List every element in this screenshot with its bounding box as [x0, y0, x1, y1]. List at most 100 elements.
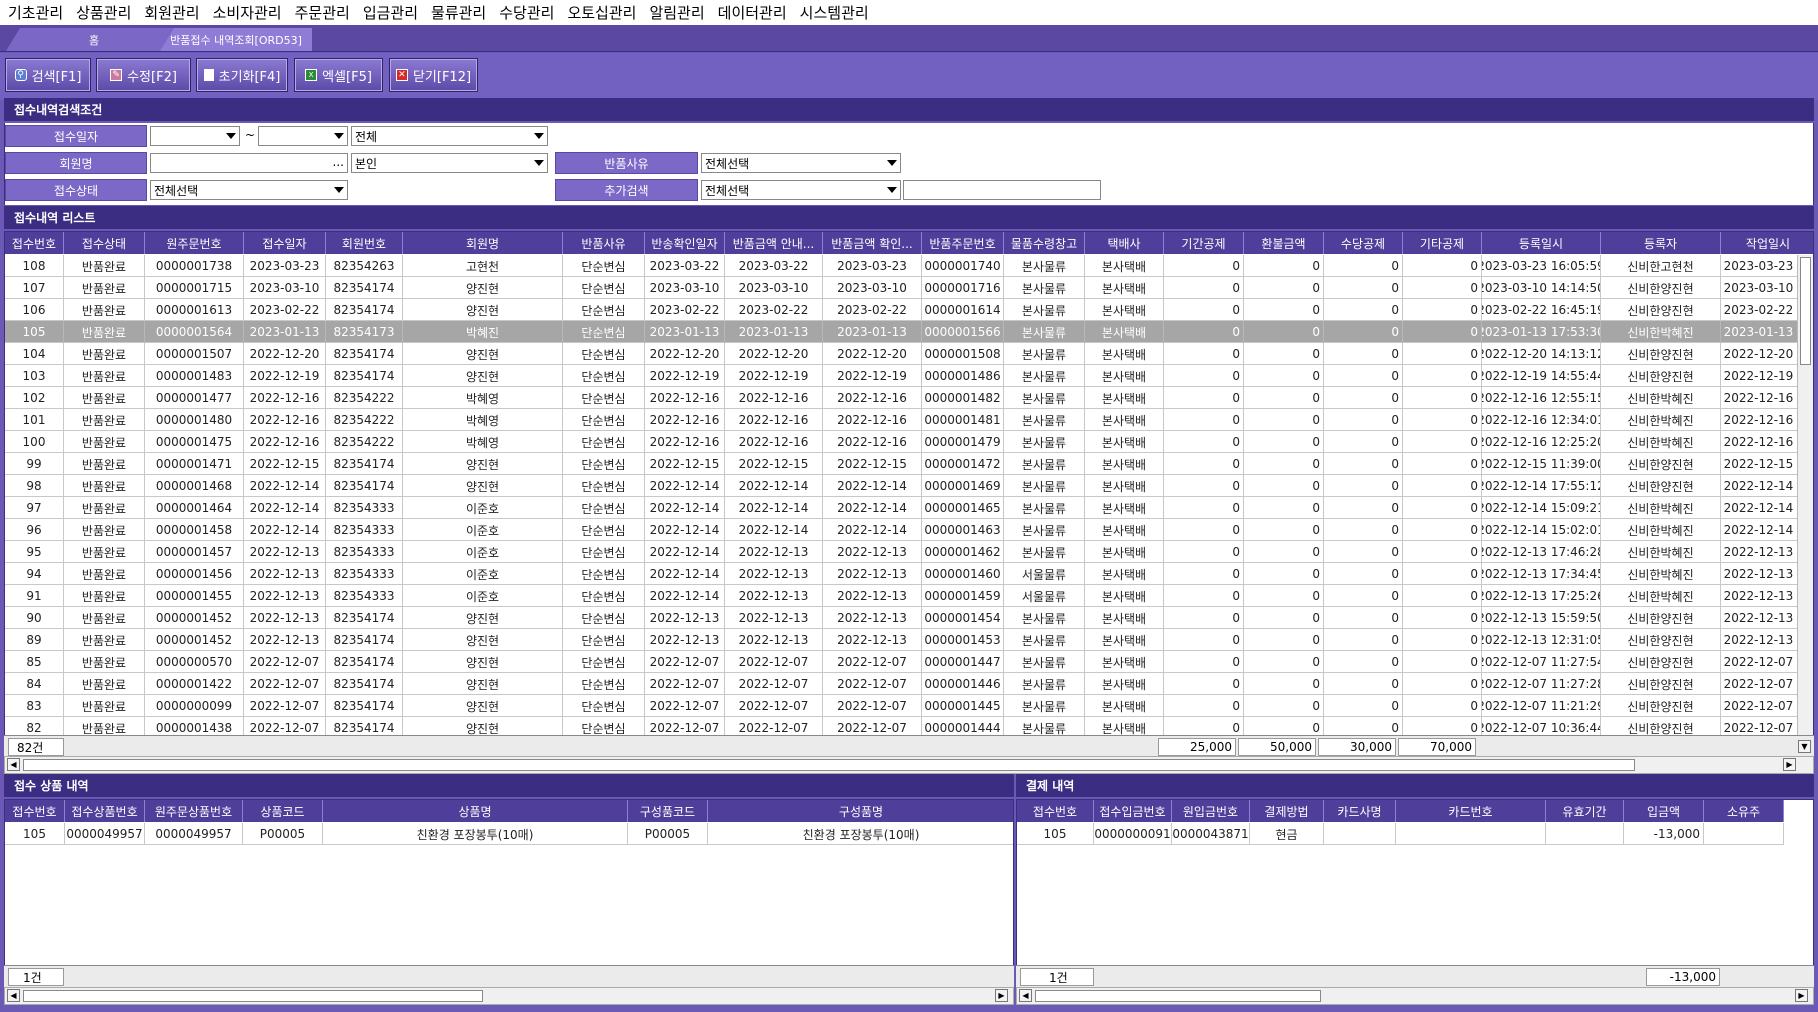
column-header[interactable]: 등록일시: [1482, 232, 1601, 254]
scroll-left-arrow-icon[interactable]: ◀: [7, 989, 20, 1002]
menu-item[interactable]: 시스템관리: [796, 2, 878, 23]
date-type-select[interactable]: 전체: [351, 126, 548, 146]
table-row[interactable]: 90 반품완료 0000001452 2022-12-13 82354174 양진현 단순변…: [5, 607, 1813, 629]
table-row[interactable]: 100 반품완료 0000001475 2022-12-16 82354222 박혜영 단순…: [5, 431, 1813, 453]
column-header[interactable]: 접수상품번호: [65, 800, 145, 822]
list-horizontal-scrollbar[interactable]: ◀ ▶: [4, 756, 1814, 774]
menu-item[interactable]: 소비자관리: [209, 2, 291, 23]
menu-item[interactable]: 수당관리: [495, 2, 563, 23]
status-select[interactable]: 전체선택: [150, 180, 348, 200]
scroll-left-arrow-icon[interactable]: ◀: [7, 758, 20, 771]
list-vertical-scrollbar[interactable]: [1797, 255, 1813, 735]
table-row[interactable]: 91 반품완료 0000001455 2022-12-13 82354333 이준호 단순변…: [5, 585, 1813, 607]
table-row[interactable]: 103 반품완료 0000001483 2022-12-19 82354174 양진현 단순…: [5, 365, 1813, 387]
date-to-select[interactable]: [258, 126, 348, 146]
table-row[interactable]: 84 반품완료 0000001422 2022-12-07 82354174 양진현 단순변…: [5, 673, 1813, 695]
column-header[interactable]: 반품금액 확인...: [823, 232, 922, 254]
scroll-right-arrow-icon[interactable]: ▶: [995, 989, 1008, 1002]
menu-item[interactable]: 오토십관리: [563, 2, 645, 23]
column-header[interactable]: 결제방법: [1250, 800, 1324, 822]
member-search-dots[interactable]: ...: [333, 155, 344, 169]
edit-button[interactable]: ✎ 수정[F2]: [96, 58, 191, 92]
column-header[interactable]: 회원번호: [326, 232, 403, 254]
menu-item[interactable]: 알림관리: [645, 2, 713, 23]
table-row[interactable]: 99 반품완료 0000001471 2022-12-15 82354174 양진현 단순변…: [5, 453, 1813, 475]
column-header[interactable]: 소유주: [1704, 800, 1784, 822]
column-header[interactable]: 반품사유: [563, 232, 645, 254]
member-name-input[interactable]: ...: [150, 153, 348, 173]
table-row[interactable]: 108 반품완료 0000001738 2023-03-23 82354263 고현천 단순…: [5, 255, 1813, 277]
column-header[interactable]: 접수번호: [5, 800, 65, 822]
tab-home[interactable]: 홈: [6, 28, 182, 51]
column-header[interactable]: 접수번호: [5, 232, 64, 254]
payment-horizontal-scrollbar[interactable]: ◀ ▶: [1016, 987, 1814, 1005]
column-header[interactable]: 기타공제: [1403, 232, 1482, 254]
table-row[interactable]: 104 반품완료 0000001507 2022-12-20 82354174 양진현 단순…: [5, 343, 1813, 365]
menu-item[interactable]: 상품관리: [72, 2, 140, 23]
column-header[interactable]: 환불금액: [1244, 232, 1324, 254]
menu-item[interactable]: 기초관리: [4, 2, 72, 23]
menu-item[interactable]: 입금관리: [359, 2, 427, 23]
column-header[interactable]: 작업일시: [1721, 232, 1813, 254]
column-header[interactable]: 택배사: [1085, 232, 1164, 254]
scroll-left-arrow-icon[interactable]: ◀: [1019, 989, 1032, 1002]
column-header[interactable]: 구성품코드: [628, 800, 708, 822]
column-header[interactable]: 회원명: [403, 232, 563, 254]
table-row[interactable]: 97 반품완료 0000001464 2022-12-14 82354333 이준호 단순변…: [5, 497, 1813, 519]
table-row[interactable]: 102 반품완료 0000001477 2022-12-16 82354222 박혜영 단순…: [5, 387, 1813, 409]
column-header[interactable]: 반송확인일자: [645, 232, 725, 254]
column-header[interactable]: 등록자: [1601, 232, 1721, 254]
column-header[interactable]: 기간공제: [1164, 232, 1244, 254]
product-horizontal-scrollbar[interactable]: ◀ ▶: [4, 987, 1014, 1005]
column-header[interactable]: 입금액: [1624, 800, 1704, 822]
date-from-select[interactable]: [150, 126, 240, 146]
table-row[interactable]: 107 반품완료 0000001715 2023-03-10 82354174 양진현 단순…: [5, 277, 1813, 299]
scroll-right-arrow-icon[interactable]: ▶: [1795, 989, 1808, 1002]
list-hscroll-thumb[interactable]: [23, 759, 1635, 771]
column-header[interactable]: 반품금액 안내...: [725, 232, 823, 254]
table-row[interactable]: 105 0000000091 0000043871 현금 -13,000: [1017, 823, 1784, 845]
reset-button[interactable]: 초기화[F4]: [196, 58, 288, 92]
column-header[interactable]: 카드번호: [1396, 800, 1546, 822]
column-header[interactable]: 물품수령창고: [1004, 232, 1085, 254]
payment-hscroll-thumb[interactable]: [1035, 990, 1321, 1002]
excel-button[interactable]: X 엑셀[F5]: [294, 58, 383, 92]
reason-select[interactable]: 전체선택: [701, 153, 901, 173]
member-scope-select[interactable]: 본인: [351, 153, 548, 173]
table-row[interactable]: 98 반품완료 0000001468 2022-12-14 82354174 양진현 단순변…: [5, 475, 1813, 497]
table-row[interactable]: 85 반품완료 0000000570 2022-12-07 82354174 양진현 단순변…: [5, 651, 1813, 673]
table-row[interactable]: 106 반품완료 0000001613 2023-02-22 82354174 양진현 단순…: [5, 299, 1813, 321]
table-row[interactable]: 96 반품완료 0000001458 2022-12-14 82354333 이준호 단순변…: [5, 519, 1813, 541]
extra-search-select[interactable]: 전체선택: [701, 180, 901, 200]
table-row[interactable]: 83 반품완료 0000000099 2022-12-07 82354174 양진현 단순변…: [5, 695, 1813, 717]
column-header[interactable]: 상품명: [323, 800, 628, 822]
column-header[interactable]: 수당공제: [1324, 232, 1403, 254]
list-vscroll-thumb[interactable]: [1800, 257, 1811, 365]
close-button[interactable]: ✕ 닫기[F12]: [389, 58, 478, 92]
menu-item[interactable]: 주문관리: [291, 2, 359, 23]
table-row[interactable]: 105 0000049957 0000049957 P00005 친환경 포장봉투(10…: [5, 823, 1013, 845]
column-header[interactable]: 접수일자: [244, 232, 326, 254]
table-row[interactable]: 89 반품완료 0000001452 2022-12-13 82354174 양진현 단순변…: [5, 629, 1813, 651]
menu-item[interactable]: 회원관리: [140, 2, 208, 23]
extra-search-input[interactable]: [903, 180, 1101, 200]
menu-item[interactable]: 물류관리: [427, 2, 495, 23]
search-button[interactable]: ⚲ 검색[F1]: [5, 58, 91, 92]
table-row[interactable]: 101 반품완료 0000001480 2022-12-16 82354222 박혜영 단순…: [5, 409, 1813, 431]
column-header[interactable]: 구성품명: [708, 800, 1013, 822]
column-header[interactable]: 반품주문번호: [922, 232, 1004, 254]
column-header[interactable]: 원입금번호: [1172, 800, 1250, 822]
column-header[interactable]: 접수번호: [1017, 800, 1094, 822]
table-row[interactable]: 82 반품완료 0000001438 2022-12-07 82354174 양진현 단순변…: [5, 717, 1813, 735]
table-row[interactable]: 95 반품완료 0000001457 2022-12-13 82354333 이준호 단순변…: [5, 541, 1813, 563]
column-header[interactable]: 카드사명: [1324, 800, 1396, 822]
column-header[interactable]: 상품코드: [243, 800, 323, 822]
column-header[interactable]: 접수상태: [64, 232, 145, 254]
table-row[interactable]: 94 반품완료 0000001456 2022-12-13 82354333 이준호 단순변…: [5, 563, 1813, 585]
menu-item[interactable]: 데이터관리: [714, 2, 796, 23]
table-row[interactable]: 105 반품완료 0000001564 2023-01-13 82354173 박혜진 단순…: [5, 321, 1813, 343]
scroll-down-arrow-icon[interactable]: ▼: [1798, 740, 1811, 753]
column-header[interactable]: 원주문상품번호: [145, 800, 243, 822]
column-header[interactable]: 접수입금번호: [1094, 800, 1172, 822]
product-hscroll-thumb[interactable]: [23, 990, 483, 1002]
